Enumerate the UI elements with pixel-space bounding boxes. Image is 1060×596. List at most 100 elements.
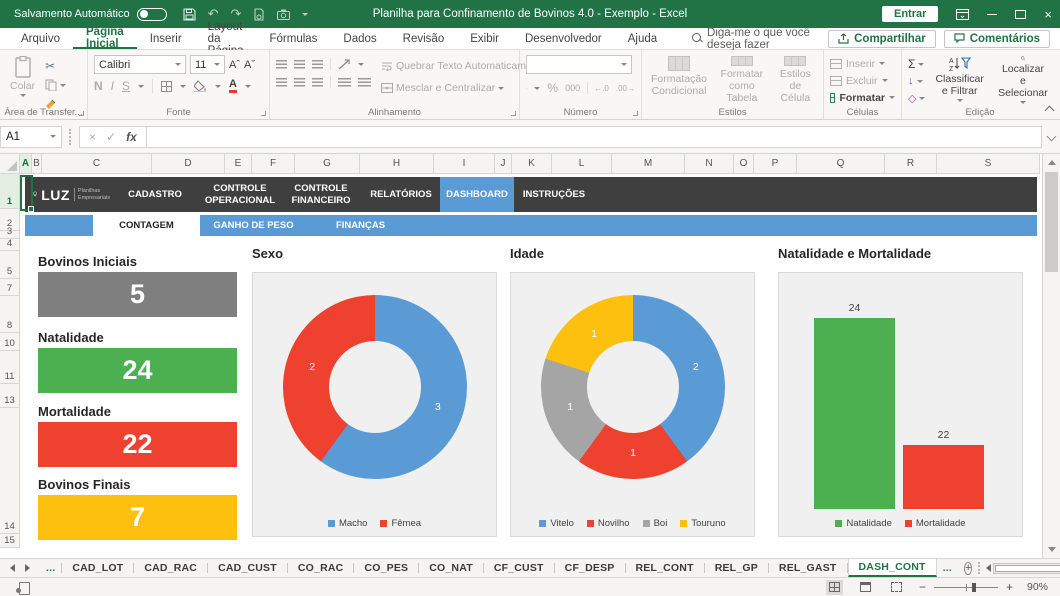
- print-preview-icon[interactable]: [253, 8, 265, 21]
- zoom-out-icon[interactable]: −: [919, 580, 926, 594]
- row-header-4[interactable]: 4: [0, 239, 20, 251]
- scroll-down-icon[interactable]: [1043, 541, 1060, 558]
- sheet-tab-co-nat[interactable]: CO_NAT: [419, 559, 483, 577]
- clear-button[interactable]: ◇: [908, 91, 925, 105]
- horizontal-scroll-thumb[interactable]: [995, 565, 1060, 572]
- normal-view-icon[interactable]: [826, 580, 843, 595]
- column-header-m[interactable]: M: [612, 154, 685, 174]
- borders-icon[interactable]: [161, 81, 172, 92]
- row-header-14[interactable]: 14: [0, 408, 20, 534]
- chart-panel-sexo[interactable]: 32MachoFêmea: [252, 272, 497, 537]
- copy-button[interactable]: [45, 77, 66, 93]
- sheet-tab-co-pes[interactable]: CO_PES: [354, 559, 418, 577]
- sign-in-button[interactable]: Entrar: [882, 6, 938, 22]
- increase-decimal-icon[interactable]: ←.0: [594, 84, 609, 93]
- align-right-icon[interactable]: [312, 78, 323, 87]
- ribbon-tab-layout-da-pagina[interactable]: Layout da Página: [195, 28, 257, 49]
- row-header-15[interactable]: 15: [0, 534, 20, 548]
- align-bottom-icon[interactable]: [312, 60, 323, 69]
- orientation-icon[interactable]: [338, 59, 351, 70]
- autosave-control[interactable]: Salvamento Automático: [14, 8, 167, 21]
- clipboard-dialog-launcher-icon[interactable]: [79, 111, 84, 116]
- zoom-slider[interactable]: [934, 587, 998, 588]
- column-header-k[interactable]: K: [512, 154, 552, 174]
- sheet-tab-cad-lot[interactable]: CAD_LOT: [62, 559, 133, 577]
- ribbon-tab-arquivo[interactable]: Arquivo: [8, 28, 73, 49]
- italic-button[interactable]: I: [111, 79, 114, 93]
- confirm-entry-icon[interactable]: ✓: [106, 130, 116, 144]
- sheet-tab-cf-cust[interactable]: CF_CUST: [484, 559, 554, 577]
- underline-button[interactable]: S: [122, 79, 130, 93]
- number-format-select[interactable]: [526, 55, 632, 74]
- sort-filter-button[interactable]: AZ Classificar e Filtrar: [931, 55, 987, 105]
- row-header-1[interactable]: 1: [0, 174, 20, 209]
- sheet-tab-rel-gp[interactable]: REL_GP: [705, 559, 768, 577]
- chart-panel-idade[interactable]: 2111ViteloNovilhoBoiTouruno: [510, 272, 755, 537]
- page-break-view-icon[interactable]: [888, 580, 905, 595]
- align-left-icon[interactable]: [276, 78, 287, 87]
- comments-button[interactable]: Comentários: [944, 30, 1050, 48]
- row-header-5[interactable]: 5: [0, 251, 20, 279]
- macro-recording-icon[interactable]: [16, 582, 28, 593]
- fill-button[interactable]: ↓: [908, 74, 925, 88]
- column-header-i[interactable]: I: [434, 154, 495, 174]
- page-layout-view-icon[interactable]: [857, 580, 874, 595]
- sheet-tabs-overflow-left[interactable]: ...: [40, 559, 61, 577]
- column-header-f[interactable]: F: [252, 154, 295, 174]
- cell-styles-button[interactable]: Estilos de Célula: [774, 55, 817, 105]
- vertical-scroll-thumb[interactable]: [1045, 172, 1058, 272]
- ribbon-tab-pagina-inicial[interactable]: Página Inicial: [73, 28, 137, 49]
- column-header-p[interactable]: P: [754, 154, 797, 174]
- chart-panel-natalidade-e-mortalidade[interactable]: 2422NatalidadeMortalidade: [778, 272, 1023, 537]
- previous-sheet-icon[interactable]: [10, 564, 15, 572]
- column-header-g[interactable]: G: [295, 154, 360, 174]
- format-cells-button[interactable]: Formatar: [830, 89, 895, 106]
- row-header-10[interactable]: 10: [0, 333, 20, 351]
- tab-bar-splitter[interactable]: [978, 562, 980, 574]
- share-button[interactable]: Compartilhar: [828, 30, 936, 48]
- percent-style-icon[interactable]: %: [547, 81, 558, 95]
- increase-indent-icon[interactable]: [358, 78, 371, 87]
- insert-function-icon[interactable]: fx: [126, 130, 137, 144]
- paste-button[interactable]: Colar: [6, 55, 39, 112]
- zoom-level[interactable]: 90%: [1027, 581, 1048, 593]
- select-all-corner[interactable]: [0, 154, 20, 174]
- new-sheet-button[interactable]: +: [964, 562, 972, 575]
- column-header-j[interactable]: J: [495, 154, 512, 174]
- ribbon-tab-inserir[interactable]: Inserir: [137, 28, 195, 49]
- autosum-button[interactable]: Σ: [908, 57, 925, 71]
- format-as-table-button[interactable]: Formatar como Tabela: [714, 55, 770, 105]
- decrease-decimal-icon[interactable]: .00→: [616, 84, 635, 93]
- column-header-d[interactable]: D: [152, 154, 225, 174]
- hscroll-left-icon[interactable]: [986, 564, 991, 572]
- column-header-h[interactable]: H: [360, 154, 434, 174]
- maximize-icon[interactable]: [1015, 10, 1026, 19]
- row-header-8[interactable]: 8: [0, 296, 20, 333]
- delete-cells-button[interactable]: Excluir: [830, 72, 895, 89]
- autosave-toggle[interactable]: [137, 8, 167, 21]
- sheet-tab-cad-cust[interactable]: CAD_CUST: [208, 559, 287, 577]
- alignment-dialog-launcher-icon[interactable]: [511, 111, 516, 116]
- sheet-tab-cad-rac[interactable]: CAD_RAC: [134, 559, 207, 577]
- column-header-a[interactable]: A: [20, 154, 32, 174]
- close-icon[interactable]: ×: [1044, 8, 1052, 21]
- formula-bar-handle[interactable]: [69, 129, 72, 145]
- qat-customize-icon[interactable]: [302, 13, 308, 16]
- sheet-cells[interactable]: LUZ Planilhas Empresariais CADASTROCONTR…: [20, 174, 1042, 558]
- vertical-scrollbar[interactable]: [1042, 154, 1060, 558]
- column-header-b[interactable]: B: [32, 154, 42, 174]
- font-dialog-launcher-icon[interactable]: [261, 111, 266, 116]
- sheet-tab-rel-gast[interactable]: REL_GAST: [769, 559, 847, 577]
- horizontal-scrollbar[interactable]: [986, 559, 1060, 577]
- name-box[interactable]: A1: [0, 126, 62, 148]
- insert-cells-button[interactable]: Inserir: [830, 55, 895, 72]
- font-size-select[interactable]: 11: [190, 55, 225, 74]
- formula-input[interactable]: [147, 126, 1042, 148]
- fill-color-icon[interactable]: [194, 80, 207, 92]
- font-name-select[interactable]: Calibri: [94, 55, 186, 74]
- sheet-tab-rel-cont[interactable]: REL_CONT: [626, 559, 704, 577]
- column-header-s[interactable]: S: [937, 154, 1040, 174]
- grow-font-icon[interactable]: Aˆ: [229, 59, 240, 71]
- zoom-in-icon[interactable]: +: [1006, 580, 1013, 594]
- conditional-formatting-button[interactable]: Formatação Condicional: [648, 55, 710, 105]
